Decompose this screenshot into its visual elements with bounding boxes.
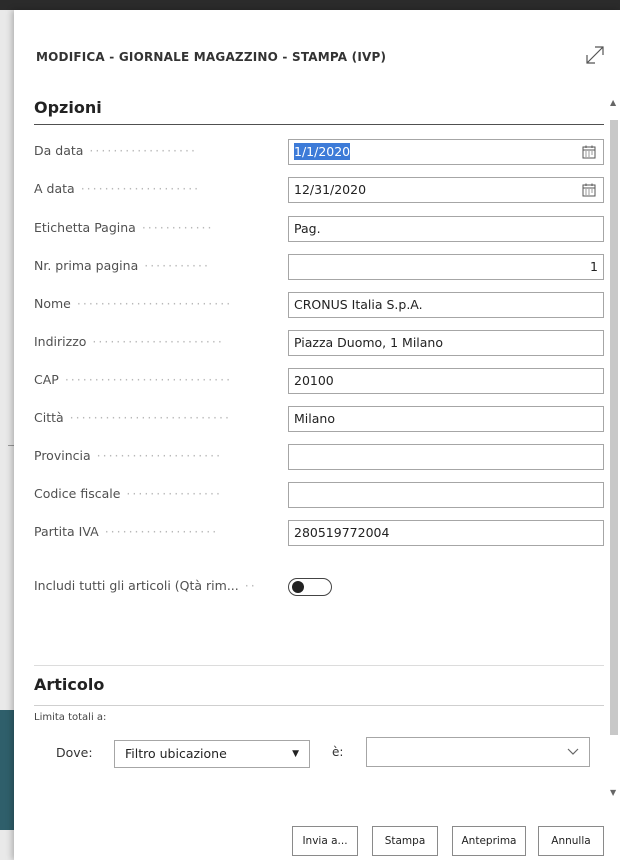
field-label: Etichetta Pagina ············ — [34, 220, 214, 235]
preview-button[interactable]: Anteprima — [452, 826, 526, 856]
chevron-down-icon — [567, 748, 579, 755]
field-row-nome: Nome ·························· CRONUS It… — [34, 291, 606, 318]
dropdown-arrow-icon: ▼ — [292, 749, 299, 759]
field-row-codice-fiscale: Codice fiscale ················ — [34, 481, 606, 508]
cancel-button[interactable]: Annulla — [538, 826, 604, 856]
scrollbar-thumb[interactable] — [610, 120, 618, 735]
background-accent — [0, 710, 14, 830]
field-row-cap: CAP ···························· 20100 — [34, 367, 606, 394]
field-row-a-data: A data ···················· 12/31/2020 — [34, 176, 606, 203]
field-label: CAP ···························· — [34, 372, 233, 387]
options-section-header[interactable]: Opzioni — [34, 98, 604, 125]
calendar-icon[interactable] — [582, 183, 596, 197]
field-label: Partita IVA ··················· — [34, 524, 219, 539]
field-row-etichetta-pagina: Etichetta Pagina ············ Pag. — [34, 215, 606, 242]
toggle-knob — [292, 581, 304, 593]
scroll-up-icon[interactable]: ▲ — [610, 98, 616, 107]
articolo-section-header[interactable]: Articolo — [34, 675, 604, 706]
field-label: Indirizzo ······················ — [34, 334, 224, 349]
provincia-input[interactable] — [288, 444, 604, 470]
field-row-nr-prima-pagina: Nr. prima pagina ··········· 1 — [34, 253, 606, 280]
is-label: è: — [332, 745, 344, 759]
field-label: A data ···················· — [34, 181, 201, 196]
nr-prima-pagina-input[interactable]: 1 — [288, 254, 604, 280]
includi-articoli-toggle[interactable] — [288, 578, 332, 596]
dialog-title: MODIFICA - GIORNALE MAGAZZINO - STAMPA (… — [36, 50, 387, 64]
section-divider — [34, 665, 604, 666]
filter-value-select[interactable] — [366, 737, 590, 767]
report-request-dialog: MODIFICA - GIORNALE MAGAZZINO - STAMPA (… — [14, 10, 620, 860]
da-data-input[interactable]: 1/1/2020 — [288, 139, 604, 165]
field-row-indirizzo: Indirizzo ······················ Piazza D… — [34, 329, 606, 356]
field-label: Città ··························· — [34, 410, 231, 425]
field-label: Nome ·························· — [34, 296, 233, 311]
top-bar — [0, 0, 620, 10]
where-label: Dove: — [56, 745, 93, 760]
options-heading: Opzioni — [34, 98, 102, 117]
field-label: Provincia ····················· — [34, 448, 223, 463]
citta-input[interactable]: Milano — [288, 406, 604, 432]
field-row-da-data: Da data ·················· 1/1/2020 — [34, 138, 606, 165]
field-label: Codice fiscale ················ — [34, 486, 222, 501]
filter-field-select[interactable]: Filtro ubicazione ▼ — [114, 740, 310, 768]
partita-iva-input[interactable]: 280519772004 — [288, 520, 604, 546]
field-row-includi-articoli: Includi tutti gli articoli (Qtà rim... ·· — [34, 573, 606, 599]
indirizzo-input[interactable]: Piazza Duomo, 1 Milano — [288, 330, 604, 356]
field-label: Nr. prima pagina ··········· — [34, 258, 210, 273]
field-row-provincia: Provincia ····················· — [34, 443, 606, 470]
nome-input[interactable]: CRONUS Italia S.p.A. — [288, 292, 604, 318]
field-row-partita-iva: Partita IVA ··················· 280519772… — [34, 519, 606, 546]
print-button[interactable]: Stampa — [372, 826, 438, 856]
field-label: Da data ·················· — [34, 143, 197, 158]
scrollbar[interactable]: ▲ ▼ — [608, 98, 620, 798]
cap-input[interactable]: 20100 — [288, 368, 604, 394]
field-label: Includi tutti gli articoli (Qtà rim... ·· — [34, 578, 257, 593]
codice-fiscale-input[interactable] — [288, 482, 604, 508]
filter-field-value: Filtro ubicazione — [125, 746, 227, 761]
limit-totals-label: Limita totali a: — [34, 712, 107, 723]
field-row-citta: Città ··························· Milano — [34, 405, 606, 432]
a-data-input[interactable]: 12/31/2020 — [288, 177, 604, 203]
scroll-down-icon[interactable]: ▼ — [610, 788, 616, 797]
expand-icon[interactable] — [584, 44, 606, 66]
articolo-heading: Articolo — [34, 675, 105, 694]
etichetta-pagina-input[interactable]: Pag. — [288, 216, 604, 242]
calendar-icon[interactable] — [582, 145, 596, 159]
send-to-button[interactable]: Invia a... — [292, 826, 358, 856]
background-page — [0, 10, 14, 860]
